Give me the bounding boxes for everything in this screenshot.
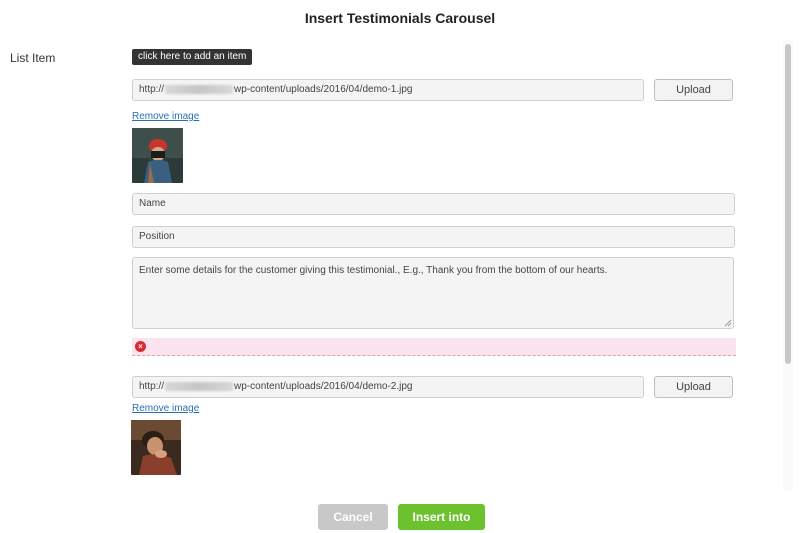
url-prefix: http:// <box>139 84 165 95</box>
list-item-label: List Item <box>10 51 56 65</box>
dialog-title: Insert Testimonials Carousel <box>304 10 496 26</box>
details-textarea[interactable]: Enter some details for the customer givi… <box>132 257 734 329</box>
image-url-field[interactable]: http:// wp-content/uploads/2016/04/demo-2… <box>132 376 644 398</box>
add-item-tooltip[interactable]: click here to add an item <box>132 49 253 65</box>
insert-into-button[interactable]: Insert into <box>398 504 485 530</box>
error-bar: × <box>132 338 736 356</box>
image-url-field[interactable]: http:// wp-content/uploads/2016/04/demo-1… <box>132 79 644 101</box>
thumbnail-image <box>132 128 183 183</box>
remove-image-link[interactable]: Remove image <box>132 111 199 122</box>
url-prefix: http:// <box>139 381 165 392</box>
redacted-domain <box>165 381 234 391</box>
name-field[interactable]: Name <box>132 193 735 215</box>
upload-button[interactable]: Upload <box>654 79 733 101</box>
resize-grip-icon[interactable] <box>724 319 732 327</box>
scrollbar-thumb[interactable] <box>785 44 791 364</box>
error-x-circle-icon[interactable]: × <box>135 341 146 352</box>
url-suffix: wp-content/uploads/2016/04/demo-2.jpg <box>234 381 413 392</box>
details-placeholder: Enter some details for the customer givi… <box>139 265 608 276</box>
remove-image-link[interactable]: Remove image <box>132 403 199 414</box>
cancel-button[interactable]: Cancel <box>318 504 388 530</box>
thumbnail-image <box>131 420 181 475</box>
position-field[interactable]: Position <box>132 226 735 248</box>
url-suffix: wp-content/uploads/2016/04/demo-1.jpg <box>234 84 413 95</box>
upload-button[interactable]: Upload <box>654 376 733 398</box>
redacted-domain <box>165 84 234 94</box>
